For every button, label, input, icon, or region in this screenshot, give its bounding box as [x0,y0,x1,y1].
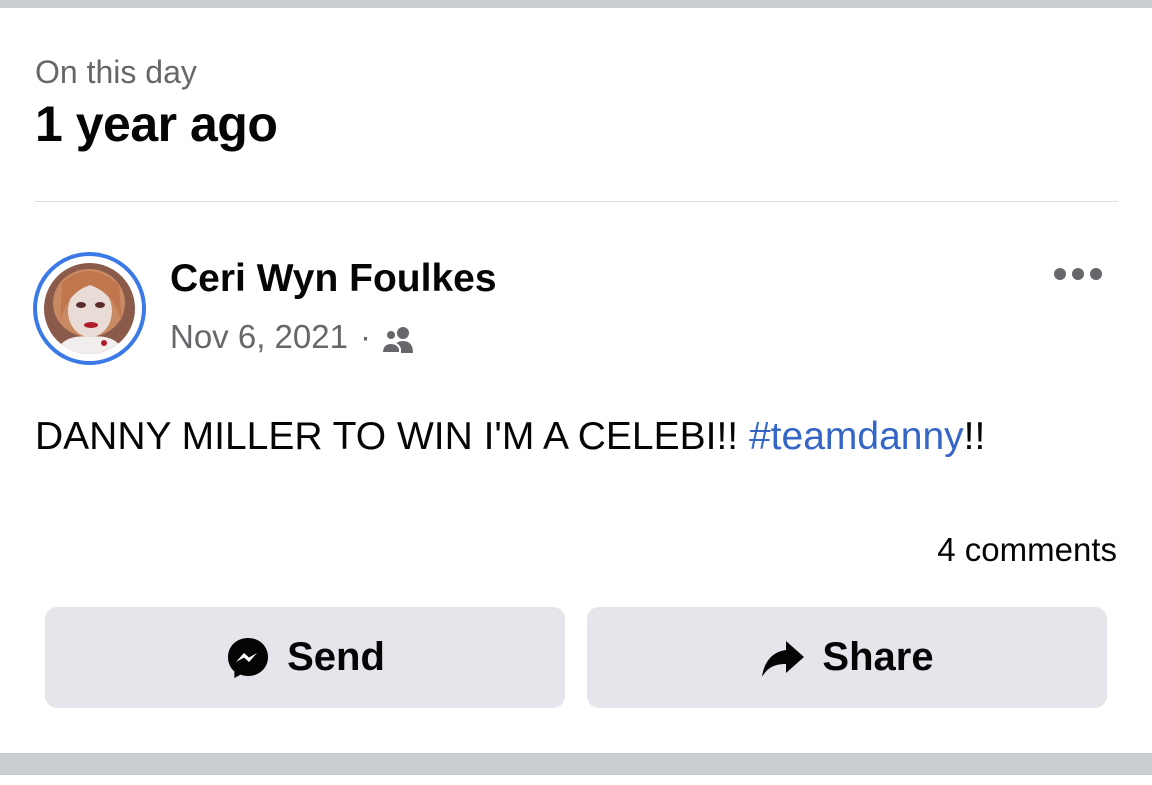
author-name[interactable]: Ceri Wyn Foulkes [170,256,497,302]
post-meta: Nov 6, 2021 · [170,315,415,359]
meta-separator: · [359,318,371,355]
post-text: DANNY MILLER TO WIN I'M A CELEBI!! #team… [35,412,985,462]
send-label: Send [287,635,385,679]
more-horizontal-icon[interactable] [1050,260,1106,288]
share-arrow-icon [760,635,806,681]
top-separator-band [0,0,1152,8]
avatar[interactable] [33,252,146,365]
bottom-separator-band [0,753,1152,775]
share-label: Share [822,635,934,679]
comments-count[interactable]: 4 comments [937,528,1117,572]
send-button[interactable]: Send [45,607,565,708]
messenger-icon [225,635,271,681]
divider [35,201,1118,202]
memory-header: On this day 1 year ago [35,50,278,154]
post-date[interactable]: Nov 6, 2021 [170,315,348,359]
friends-icon[interactable] [380,322,415,354]
post-text-main: DANNY MILLER TO WIN I'M A CELEBI!! [35,415,749,458]
memory-title: 1 year ago [35,96,278,152]
bottom-spacer [0,775,1152,785]
post-text-tail: !! [963,415,986,458]
avatar-image [44,263,135,354]
hashtag-link[interactable]: #teamdanny [749,415,964,458]
memory-label: On this day [35,54,197,90]
share-button[interactable]: Share [587,607,1107,708]
